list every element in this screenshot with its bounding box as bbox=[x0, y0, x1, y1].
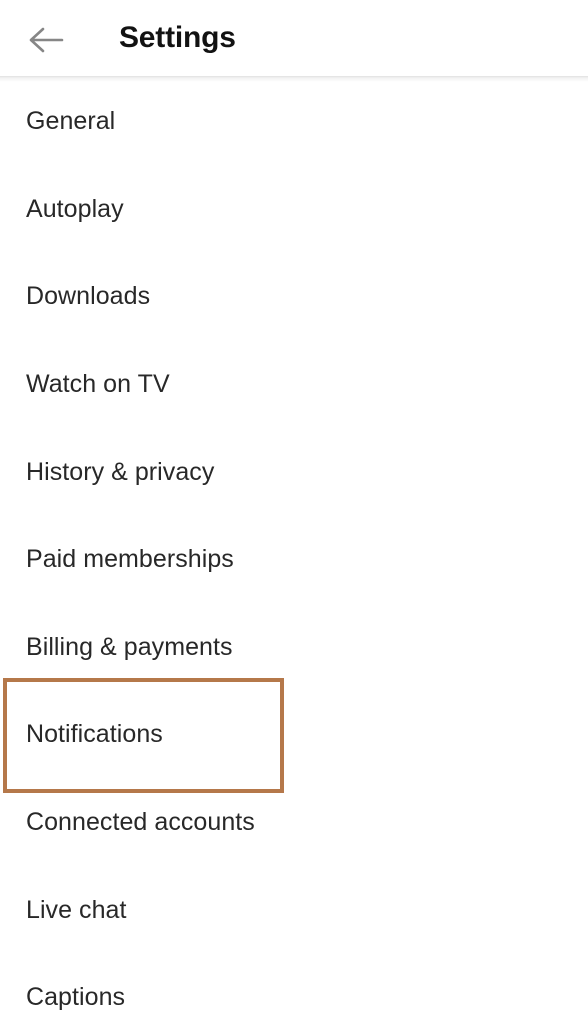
settings-item-label: Billing & payments bbox=[26, 632, 233, 661]
page-title: Settings bbox=[119, 21, 236, 54]
settings-item-label: Downloads bbox=[26, 282, 151, 311]
settings-item-history-privacy[interactable]: History & privacy bbox=[0, 428, 588, 516]
settings-list: General Autoplay Downloads Watch on TV H… bbox=[0, 78, 588, 1024]
settings-item-general[interactable]: General bbox=[0, 78, 588, 166]
settings-item-paid-memberships[interactable]: Paid memberships bbox=[0, 516, 588, 604]
settings-item-downloads[interactable]: Downloads bbox=[0, 253, 588, 341]
back-button[interactable] bbox=[18, 16, 74, 64]
settings-item-live-chat[interactable]: Live chat bbox=[0, 866, 588, 954]
settings-item-label: General bbox=[26, 107, 116, 136]
settings-item-label: Watch on TV bbox=[26, 370, 170, 399]
settings-item-label: History & privacy bbox=[26, 457, 215, 486]
settings-item-label: Connected accounts bbox=[26, 808, 255, 837]
settings-item-captions[interactable]: Captions bbox=[0, 954, 588, 1024]
settings-item-label: Autoplay bbox=[26, 194, 124, 223]
settings-screen: Settings General Autoplay Downloads Watc… bbox=[0, 0, 588, 1024]
settings-item-notifications[interactable]: Notifications bbox=[0, 691, 588, 779]
settings-item-watch-on-tv[interactable]: Watch on TV bbox=[0, 341, 588, 429]
settings-item-label: Live chat bbox=[26, 895, 127, 924]
app-bar: Settings bbox=[0, 0, 588, 76]
settings-item-label: Notifications bbox=[26, 720, 163, 749]
settings-item-label: Captions bbox=[26, 983, 126, 1012]
settings-item-billing-payments[interactable]: Billing & payments bbox=[0, 604, 588, 692]
settings-item-connected-accounts[interactable]: Connected accounts bbox=[0, 779, 588, 867]
arrow-left-icon bbox=[28, 26, 64, 54]
settings-item-autoplay[interactable]: Autoplay bbox=[0, 166, 588, 254]
settings-item-label: Paid memberships bbox=[26, 545, 234, 574]
